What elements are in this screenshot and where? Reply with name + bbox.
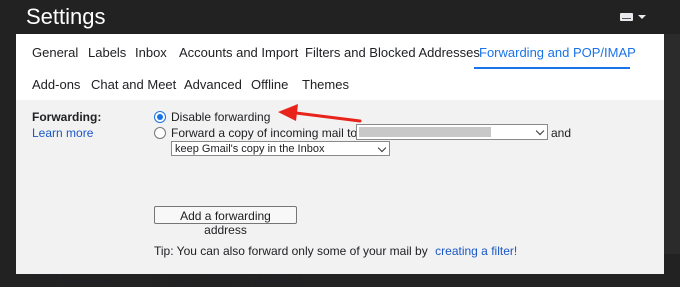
pop-status: 1. Status: POP is disabled (154, 273, 302, 287)
keyboard-icon (620, 13, 633, 21)
settings-panel: General Labels Inbox Accounts and Import… (16, 34, 664, 287)
redacted-address (359, 127, 491, 137)
active-tab-indicator (474, 67, 630, 69)
forwarding-label: Forwarding: (32, 110, 102, 124)
settings-tabs: General Labels Inbox Accounts and Import… (16, 34, 664, 100)
tab-offline[interactable]: Offline (251, 77, 288, 92)
tab-advanced[interactable]: Advanced (184, 77, 242, 92)
add-forwarding-address-button[interactable]: Add a forwarding address (154, 206, 297, 237)
chevron-down-icon (638, 15, 646, 19)
disable-forwarding-label[interactable]: Disable forwarding (171, 110, 270, 124)
tab-labels[interactable]: Labels (88, 45, 126, 60)
chevron-down-icon (377, 143, 387, 153)
tab-forwarding-and-pop-imap[interactable]: Forwarding and POP/IMAP (479, 45, 636, 60)
tab-filters-and-blocked-addresses[interactable]: Filters and Blocked Addresses (305, 45, 480, 60)
input-tools-menu[interactable] (620, 11, 650, 23)
creating-filter-link[interactable]: creating a filter! (435, 244, 517, 258)
tab-themes[interactable]: Themes (302, 77, 349, 92)
chevron-down-icon (535, 126, 545, 136)
disable-forwarding-radio[interactable] (154, 111, 166, 123)
tab-add-ons[interactable]: Add-ons (32, 77, 80, 92)
settings-title: Settings (26, 4, 106, 29)
tab-chat-and-meet[interactable]: Chat and Meet (91, 77, 176, 92)
forward-copy-radio[interactable] (154, 127, 166, 139)
tab-inbox[interactable]: Inbox (135, 45, 167, 60)
forward-copy-label[interactable]: Forward a copy of incoming mail to (171, 126, 357, 140)
tab-general[interactable]: General (32, 45, 78, 60)
forward-action-select[interactable]: keep Gmail's copy in the Inbox (171, 141, 390, 156)
and-text: and (551, 126, 572, 140)
pop-download-label: POP download: (32, 273, 121, 287)
scrollbar[interactable] (664, 34, 680, 254)
forwarding-address-select[interactable] (356, 124, 548, 140)
learn-more-link[interactable]: Learn more (32, 126, 93, 140)
tip-text: Tip: You can also forward only some of y… (154, 244, 428, 258)
tab-accounts-and-import[interactable]: Accounts and Import (179, 45, 298, 60)
forward-action-value: keep Gmail's copy in the Inbox (175, 143, 325, 155)
